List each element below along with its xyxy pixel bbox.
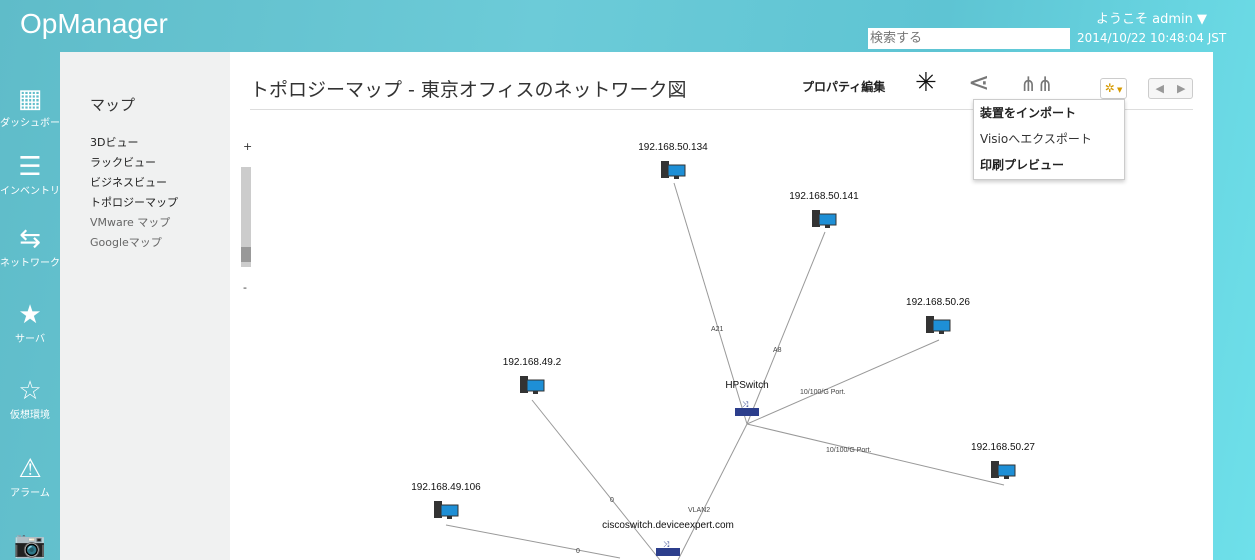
switch-node[interactable]: ⤨ ciscoswitch.deviceexpert.com [602,520,734,556]
link-label: VLAN2 [688,507,710,514]
menu-item-print-preview[interactable]: 印刷プレビュー [974,152,1124,178]
server-icon [434,501,459,519]
node-label: 192.168.49.2 [503,357,562,368]
topology-map: A21 A8 10/100/G Port. 10/100/G Port. VLA… [411,142,1035,560]
link-label: A8 [773,347,782,354]
link-label: 10/100/G Port. [826,447,872,454]
node-label: ciscoswitch.deviceexpert.com [602,520,734,531]
server-node[interactable]: 192.168.50.134 [638,142,708,179]
link [677,423,748,560]
switch-icon [735,408,759,416]
node-label: 192.168.50.27 [971,442,1035,453]
node-label: 192.168.49.106 [411,482,481,493]
server-icon [520,376,545,394]
link [445,524,621,559]
server-node[interactable]: 192.168.49.106 [411,482,481,519]
menu-item-import[interactable]: 装置をインポート [974,100,1124,126]
node-label: HPSwitch [725,380,768,391]
switch-arrows-icon: ⤨ [663,540,670,549]
server-node[interactable]: 192.168.50.141 [789,191,859,228]
switch-arrows-icon: ⤨ [742,400,749,409]
link [531,399,661,560]
node-label: 192.168.50.134 [638,142,708,153]
switch-icon [656,548,680,556]
settings-menu: 装置をインポート Visioへエクスポート 印刷プレビュー [973,99,1125,180]
server-node[interactable]: 192.168.50.27 [971,442,1035,479]
switch-node[interactable]: ⤨ HPSwitch [725,380,769,416]
server-node[interactable]: 192.168.50.26 [906,297,970,334]
node-label: 192.168.50.141 [789,191,859,202]
server-node[interactable]: 192.168.49.2 [503,357,562,394]
node-label: 192.168.50.26 [906,297,970,308]
server-icon [812,210,837,228]
link [746,423,1005,486]
server-icon [991,461,1016,479]
link-label: 10/100/G Port. [800,389,846,396]
link-label: 0 [576,548,580,555]
menu-item-visio-export[interactable]: Visioへエクスポート [974,126,1124,152]
server-icon [661,161,686,179]
link-label: A21 [711,326,724,333]
link-label: 0 [610,497,614,504]
server-icon [926,316,951,334]
